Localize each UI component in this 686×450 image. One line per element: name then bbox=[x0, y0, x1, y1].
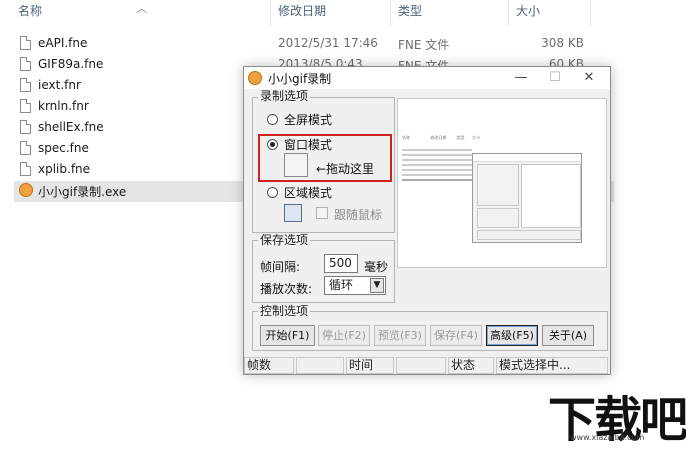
column-header-date[interactable]: 修改日期 bbox=[278, 0, 326, 26]
file-name: GIF89a.fne bbox=[38, 57, 104, 71]
sort-chevron-icon[interactable]: ︿ bbox=[136, 0, 147, 16]
chevron-down-icon[interactable]: ▼ bbox=[370, 278, 384, 293]
column-divider[interactable] bbox=[590, 0, 591, 26]
region-mode-radio[interactable] bbox=[267, 187, 278, 198]
advanced-button[interactable]: 高级(F5) bbox=[486, 325, 538, 346]
document-icon bbox=[20, 78, 31, 92]
loop-count-select[interactable]: 循环 ▼ bbox=[324, 276, 386, 295]
preview-file-list bbox=[402, 146, 472, 190]
document-icon bbox=[20, 162, 31, 176]
start-button[interactable]: 开始(F1) bbox=[260, 325, 315, 346]
file-size: 308 KB bbox=[541, 36, 584, 50]
region-select-button[interactable] bbox=[284, 204, 302, 222]
column-header-type[interactable]: 类型 bbox=[398, 0, 422, 26]
file-name: eAPI.fne bbox=[38, 36, 88, 50]
column-divider[interactable] bbox=[508, 0, 509, 26]
drag-hint-label: ←拖动这里 bbox=[316, 162, 375, 176]
record-options-legend: 录制选项 bbox=[258, 89, 311, 103]
file-name: xplib.fne bbox=[38, 162, 91, 176]
preview-button[interactable]: 预览(F3) bbox=[374, 325, 426, 346]
document-icon bbox=[20, 57, 31, 71]
follow-mouse-checkbox[interactable] bbox=[316, 207, 328, 219]
preview-thumbnail-text: 名称 修改日期 类型 大小 bbox=[402, 135, 481, 140]
app-icon bbox=[248, 71, 262, 85]
region-mode-label[interactable]: 区域模式 bbox=[284, 184, 332, 201]
status-time-label: 时间 bbox=[346, 357, 394, 374]
status-frames-label: 帧数 bbox=[244, 357, 294, 374]
interval-label: 帧间隔: bbox=[260, 260, 301, 274]
document-icon bbox=[20, 141, 31, 155]
window-title: 小小gif录制 bbox=[268, 72, 332, 86]
fullscreen-label[interactable]: 全屏模式 bbox=[284, 111, 332, 128]
title-bar[interactable]: 小小gif录制 — ☐ ✕ bbox=[244, 67, 610, 89]
interval-input[interactable]: 500 bbox=[324, 254, 358, 273]
window-mode-radio[interactable] bbox=[267, 139, 278, 150]
document-icon bbox=[20, 99, 31, 113]
column-header-name[interactable]: 名称 bbox=[18, 0, 42, 26]
save-button[interactable]: 保存(F4) bbox=[430, 325, 482, 346]
column-header-size[interactable]: 大小 bbox=[516, 0, 540, 26]
column-divider[interactable] bbox=[270, 0, 271, 26]
document-icon bbox=[20, 36, 31, 50]
status-state-value: 模式选择中... bbox=[496, 357, 608, 374]
file-name: iext.fnr bbox=[38, 78, 81, 92]
document-icon bbox=[20, 120, 31, 134]
minimize-button[interactable]: — bbox=[504, 67, 538, 89]
app-window[interactable]: 小小gif录制 — ☐ ✕ 录制选项 全屏模式 窗口模式 ←拖动这里 区域模式 … bbox=[243, 66, 611, 375]
about-button[interactable]: 关于(A) bbox=[542, 325, 594, 346]
control-options-legend: 控制选项 bbox=[258, 304, 311, 318]
file-date: 2012/5/31 17:46 bbox=[278, 36, 378, 50]
save-options-legend: 保存选项 bbox=[258, 233, 311, 247]
file-name: krnln.fnr bbox=[38, 99, 89, 113]
preview-window-mini bbox=[472, 153, 582, 243]
stop-button[interactable]: 停止(F2) bbox=[318, 325, 370, 346]
file-name: shellEx.fne bbox=[38, 120, 104, 134]
watermark-url: www.xiazaiba.com bbox=[570, 433, 645, 442]
interval-unit: 毫秒 bbox=[364, 260, 389, 274]
follow-mouse-label[interactable]: 跟随鼠标 bbox=[334, 206, 382, 223]
preview-area: 名称 修改日期 类型 大小 bbox=[397, 98, 607, 268]
close-button[interactable]: ✕ bbox=[572, 67, 606, 89]
file-name: spec.fne bbox=[38, 141, 89, 155]
fullscreen-radio[interactable] bbox=[267, 114, 278, 125]
status-frames-value bbox=[296, 357, 344, 374]
column-divider[interactable] bbox=[390, 0, 391, 26]
maximize-button[interactable]: ☐ bbox=[538, 67, 572, 89]
file-name: 小小gif录制.exe bbox=[38, 185, 127, 199]
status-time-value bbox=[396, 357, 446, 374]
window-mode-label[interactable]: 窗口模式 bbox=[284, 136, 332, 153]
file-row[interactable]: eAPI.fne 2012/5/31 17:46 FNE 文件 308 KB bbox=[14, 34, 604, 55]
status-state-label: 状态 bbox=[448, 357, 494, 374]
file-type: FNE 文件 bbox=[398, 38, 450, 52]
loop-count-label: 播放次数: bbox=[260, 282, 313, 296]
drag-target-handle[interactable] bbox=[284, 153, 308, 177]
loop-count-value: 循环 bbox=[329, 278, 354, 292]
app-exe-icon bbox=[19, 183, 33, 197]
